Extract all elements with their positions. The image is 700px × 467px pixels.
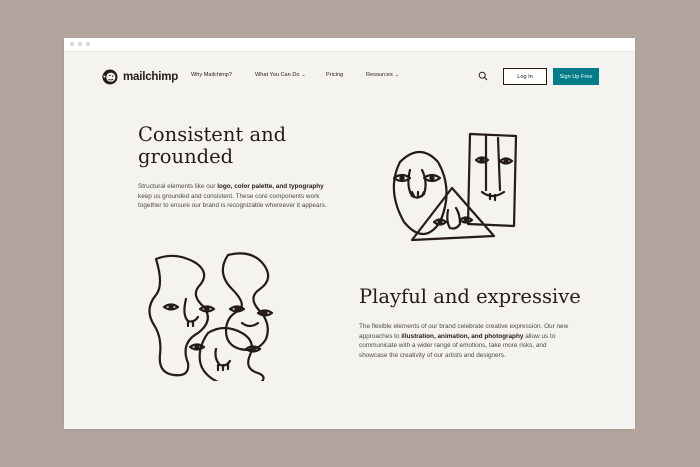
brand-wordmark: mailchimp: [123, 71, 179, 83]
chevron-down-icon: ⌄: [394, 72, 399, 78]
window-dot: [86, 42, 90, 46]
nav-link-label: Pricing: [326, 72, 344, 78]
nav-link-label: What You Can Do: [255, 72, 300, 78]
brand-logo[interactable]: mailchimp: [101, 67, 178, 87]
signup-button-label: Sign Up Free: [559, 73, 593, 80]
heading-consistent: Consistent and grounded: [138, 123, 287, 168]
blobs-illustration: [148, 252, 274, 381]
nav-resources[interactable]: Resources ⌄: [366, 72, 399, 78]
top-nav: mailchimp Why Mailchimp? What You Can Do…: [64, 51, 635, 103]
login-button-label: Log In: [517, 73, 533, 80]
browser-chrome: [64, 38, 635, 52]
search-icon[interactable]: [478, 71, 488, 81]
browser-window: mailchimp Why Mailchimp? What You Can Do…: [64, 38, 635, 429]
freddie-logo-icon: [102, 69, 118, 85]
login-button[interactable]: Log In: [503, 68, 547, 85]
paragraph-consistent: Structural elements like our logo, color…: [138, 183, 327, 210]
nav-link-label: Why Mailchimp?: [191, 72, 233, 78]
paragraph-playful: The flexible elements of our brand celeb…: [359, 323, 569, 359]
nav-why-mailchimp[interactable]: Why Mailchimp?: [191, 72, 232, 78]
faces-illustration: [392, 132, 518, 242]
window-dot: [78, 42, 82, 46]
chevron-down-icon: ⌄: [301, 72, 306, 78]
nav-link-label: Resources: [366, 72, 393, 78]
signup-button[interactable]: Sign Up Free: [553, 68, 599, 85]
nav-what-you-can-do[interactable]: What You Can Do ⌄: [255, 72, 306, 78]
window-dot: [70, 42, 74, 46]
heading-playful: Playful and expressive: [359, 285, 581, 308]
nav-pricing[interactable]: Pricing: [326, 72, 343, 78]
